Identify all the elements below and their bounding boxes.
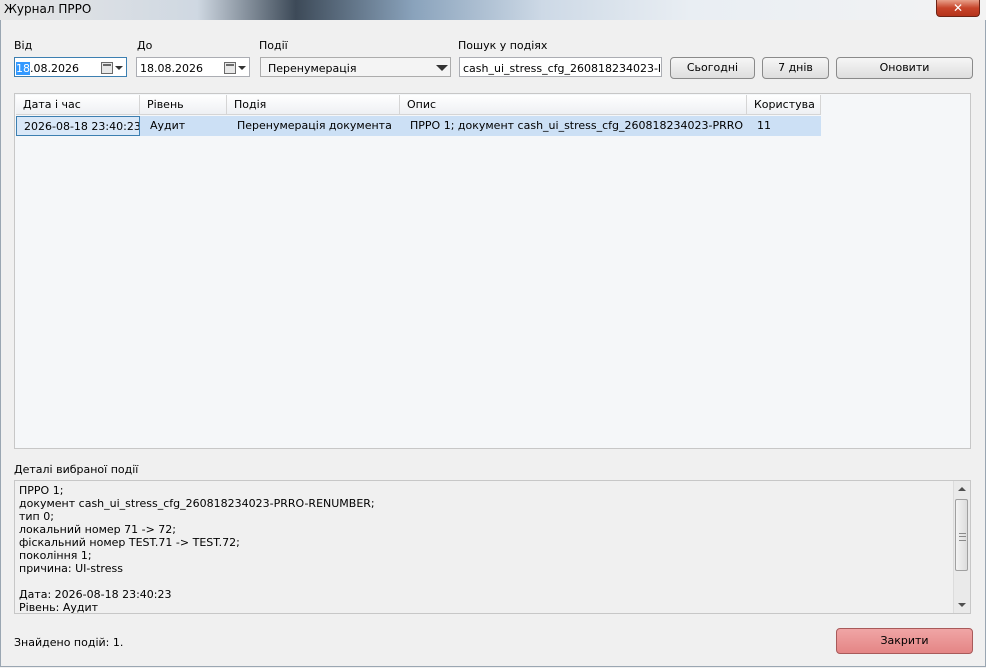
title-bar: Журнал ПРРО ✕ bbox=[0, 0, 986, 20]
column-header-description[interactable]: Опис bbox=[400, 95, 747, 115]
chevron-down-icon[interactable] bbox=[115, 66, 123, 70]
cell-description[interactable]: ПРРО 1; документ cash_ui_stress_cfg_2608… bbox=[403, 116, 743, 136]
details-line: ПРРО 1; bbox=[19, 484, 64, 497]
events-table[interactable]: Дата і час Рівень Подія Опис Користува 2… bbox=[14, 93, 971, 449]
to-date-value: 18.08.2026 bbox=[140, 62, 203, 75]
scroll-up-icon[interactable] bbox=[958, 487, 966, 491]
details-line: документ cash_ui_stress_cfg_260818234023… bbox=[19, 497, 375, 510]
details-line: фіскальний номер TEST.71 -> TEST.72; bbox=[19, 536, 240, 549]
from-date-picker[interactable]: 18.08.2026 bbox=[14, 57, 127, 77]
found-count-status: Знайдено подій: 1. bbox=[14, 636, 124, 649]
from-date-rest: .08.2026 bbox=[30, 62, 79, 75]
column-header-event[interactable]: Подія bbox=[227, 95, 400, 115]
window-title: Журнал ПРРО bbox=[4, 2, 92, 16]
details-line: покоління 1; bbox=[19, 549, 92, 562]
table-row[interactable]: 2026-08-18 23:40:23 Аудит Перенумерація … bbox=[16, 116, 821, 136]
details-line: тип 0; bbox=[19, 510, 54, 523]
details-textarea[interactable]: ПРРО 1; документ cash_ui_stress_cfg_2608… bbox=[14, 480, 971, 614]
window-close-button[interactable]: ✕ bbox=[936, 0, 980, 17]
to-date-label: До bbox=[137, 39, 153, 52]
calendar-icon[interactable] bbox=[101, 62, 113, 74]
cell-level[interactable]: Аудит bbox=[143, 116, 228, 136]
events-select-value: Перенумерація bbox=[268, 62, 357, 75]
cell-event[interactable]: Перенумерація документа bbox=[230, 116, 401, 136]
cell-datetime[interactable]: 2026-08-18 23:40:23 bbox=[16, 116, 140, 136]
today-button[interactable]: Сьогодні bbox=[670, 57, 755, 79]
to-date-picker[interactable]: 18.08.2026 bbox=[136, 57, 250, 77]
cell-user[interactable]: 11 bbox=[750, 116, 820, 136]
seven-days-button[interactable]: 7 днів bbox=[762, 57, 829, 79]
column-header-user[interactable]: Користува bbox=[747, 95, 821, 115]
from-date-selected-part: 18 bbox=[16, 62, 30, 75]
from-date-label: Від bbox=[14, 39, 33, 52]
events-label: Події bbox=[259, 39, 288, 52]
details-scrollbar[interactable] bbox=[953, 481, 970, 613]
details-line: причина: UI-stress bbox=[19, 562, 123, 575]
search-label: Пошук у подіях bbox=[458, 39, 548, 52]
details-line: Дата: 2026-08-18 23:40:23 bbox=[19, 588, 172, 601]
scrollbar-thumb[interactable] bbox=[955, 499, 968, 571]
grip-icon bbox=[959, 533, 966, 541]
chevron-down-icon[interactable] bbox=[238, 66, 246, 70]
scroll-down-icon[interactable] bbox=[958, 603, 966, 607]
details-line: Рівень: Аудит bbox=[19, 601, 99, 614]
refresh-button[interactable]: Оновити bbox=[836, 57, 973, 79]
details-label: Деталі вибраної події bbox=[14, 463, 139, 476]
events-select[interactable]: Перенумерація bbox=[260, 57, 451, 77]
close-button[interactable]: Закрити bbox=[836, 628, 973, 654]
search-input-value: cash_ui_stress_cfg_260818234023-PRRO bbox=[463, 62, 660, 75]
calendar-icon[interactable] bbox=[224, 62, 236, 74]
details-line: локальний номер 71 -> 72; bbox=[19, 523, 176, 536]
chevron-down-icon[interactable] bbox=[436, 65, 448, 71]
column-header-level[interactable]: Рівень bbox=[140, 95, 227, 115]
search-input[interactable]: cash_ui_stress_cfg_260818234023-PRRO bbox=[459, 57, 662, 77]
column-header-datetime[interactable]: Дата і час bbox=[16, 95, 140, 115]
